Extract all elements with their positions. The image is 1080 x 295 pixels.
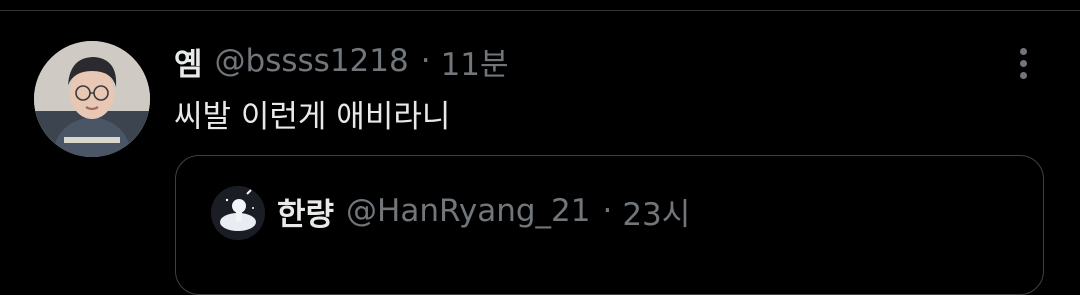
quoted-user-handle[interactable]: @HanRyang_21 bbox=[346, 193, 590, 229]
quoted-tweet-header: 한량 @HanRyang_21 · 23시 bbox=[277, 189, 690, 233]
more-vertical-icon[interactable] bbox=[1006, 43, 1040, 83]
tweet[interactable]: 옘 @bssss1218 · 11분 씨발 이런게 애비라니 한량 @HanRy… bbox=[0, 11, 1080, 295]
quoted-avatar[interactable] bbox=[211, 186, 265, 240]
more-dot bbox=[1019, 59, 1027, 67]
quoted-timestamp[interactable]: 23시 bbox=[622, 189, 690, 234]
more-dot bbox=[1019, 71, 1027, 79]
avatar[interactable] bbox=[34, 41, 150, 157]
more-dot bbox=[1019, 47, 1027, 55]
profile-photo-icon bbox=[34, 41, 150, 157]
astronaut-avatar-icon bbox=[211, 186, 265, 240]
user-handle[interactable]: @bssss1218 bbox=[215, 43, 409, 79]
quoted-tweet-card[interactable]: 한량 @HanRyang_21 · 23시 bbox=[175, 155, 1044, 295]
display-name[interactable]: 옘 bbox=[174, 39, 203, 84]
timestamp[interactable]: 11분 bbox=[441, 39, 509, 84]
tweet-text: 씨발 이런게 애비라니 bbox=[174, 99, 451, 135]
quoted-display-name[interactable]: 한량 bbox=[277, 189, 334, 234]
quoted-separator-dot: · bbox=[602, 193, 613, 229]
separator-dot: · bbox=[420, 43, 431, 79]
tweet-header: 옘 @bssss1218 · 11분 bbox=[174, 39, 509, 83]
